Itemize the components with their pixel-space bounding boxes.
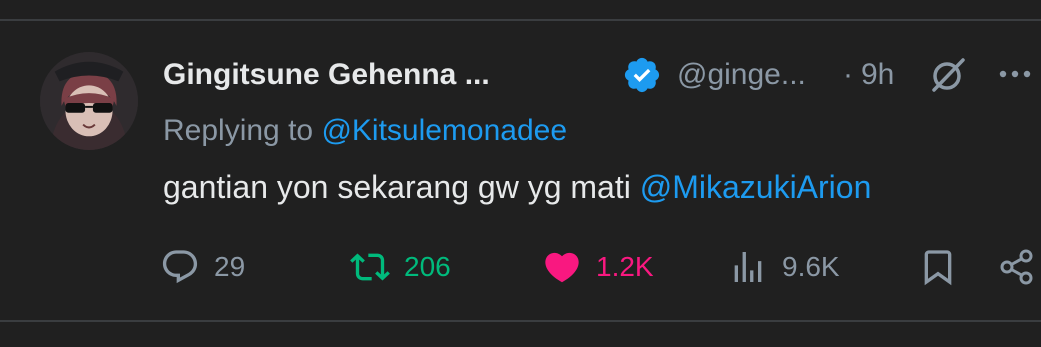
replying-mention-link[interactable]: @Kitsulemonadee	[321, 114, 567, 147]
repost-count: 206	[404, 251, 451, 282]
views-count: 9.6K	[782, 251, 840, 282]
avatar[interactable]	[40, 52, 138, 150]
grok-icon[interactable]	[928, 55, 968, 95]
display-name[interactable]: Gingitsune Gehenna ...	[163, 58, 490, 92]
tweet-body: gantian yon sekarang gw yg mati	[163, 169, 631, 205]
replying-label: Replying to	[163, 114, 314, 147]
repost-button[interactable]: 206	[350, 245, 451, 289]
tweet-mention-link[interactable]: @MikazukiArion	[640, 169, 872, 205]
reply-button[interactable]: 29	[160, 245, 245, 289]
bookmark-icon	[924, 250, 952, 286]
replying-to: Replying to @Kitsulemonadee	[163, 114, 567, 148]
share-button[interactable]	[996, 245, 1036, 289]
reply-icon	[162, 250, 198, 284]
like-button[interactable]: 1.2K	[542, 245, 654, 289]
timestamp[interactable]: 9h	[861, 58, 894, 92]
action-bar: 29 206 1.2K 9.6K	[0, 245, 1041, 289]
top-divider	[0, 19, 1041, 21]
share-icon	[1000, 249, 1033, 285]
views-icon	[734, 252, 762, 282]
verified-badge-icon	[624, 57, 660, 93]
avatar-image	[40, 52, 138, 150]
tweet-text: gantian yon sekarang gw yg mati @Mikazuk…	[163, 169, 871, 206]
heart-icon	[545, 252, 579, 283]
reply-count: 29	[214, 251, 246, 282]
repost-icon	[350, 253, 390, 281]
tweet-header: Gingitsune Gehenna ... @ginge... · 9h	[163, 54, 1033, 98]
views-button[interactable]: 9.6K	[728, 245, 840, 289]
handle[interactable]: @ginge...	[677, 58, 806, 92]
separator-dot: ·	[843, 58, 853, 91]
more-icon[interactable]	[995, 62, 1035, 86]
bookmark-button[interactable]	[918, 245, 958, 289]
bottom-divider	[0, 320, 1041, 322]
like-count: 1.2K	[596, 251, 654, 282]
